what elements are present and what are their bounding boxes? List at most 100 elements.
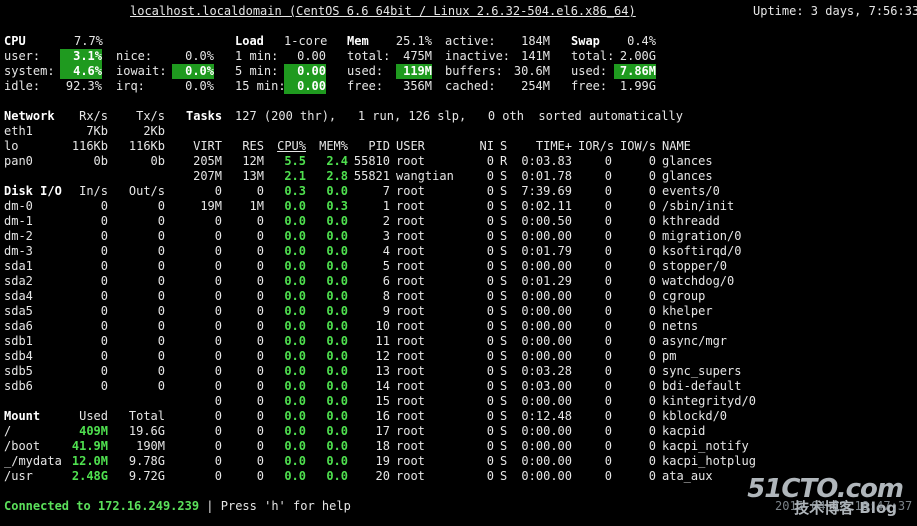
proc-header-mem[interactable]: MEM%	[312, 139, 348, 154]
proc-header-cpu[interactable]: CPU%	[270, 139, 306, 154]
proc-user: root	[396, 184, 425, 198]
proc-header-ni[interactable]: NI	[474, 139, 494, 154]
proc-ni: 0	[486, 169, 494, 183]
proc-header-virt[interactable]: VIRT	[180, 139, 222, 154]
proc-res: 0	[256, 304, 264, 318]
disk-out-value: 0	[157, 319, 165, 333]
disk-in-value: 0	[100, 319, 108, 333]
mount-point-name: _/mydata	[4, 454, 62, 468]
proc-iow: 0	[648, 364, 656, 378]
proc-header-ior[interactable]: IOR/s	[578, 139, 614, 154]
cpu-system-label: system:	[4, 64, 55, 78]
proc-user: root	[396, 424, 425, 438]
proc-header-pid[interactable]: PID	[348, 139, 390, 154]
proc-virt: 0	[214, 394, 222, 408]
proc-time: 0:00.00	[521, 439, 572, 453]
proc-mem: 0.0	[326, 289, 348, 303]
proc-header-time[interactable]: TIME+	[516, 139, 572, 154]
proc-ni: 0	[486, 349, 494, 363]
watermark-date: 2015-04-13 18:47:37	[775, 499, 913, 513]
proc-res: 0	[256, 364, 264, 378]
hostname-title: localhost.localdomain (CentOS 6.6 64bit …	[130, 4, 636, 18]
proc-name: khelper	[662, 304, 713, 318]
proc-mem: 0.0	[326, 409, 348, 423]
proc-status: S	[500, 199, 508, 213]
disk-out-value: 0	[157, 199, 165, 213]
proc-ior: 0	[604, 364, 612, 378]
mem-active-value: 184M	[521, 34, 550, 48]
proc-time: 0:00.00	[521, 334, 572, 348]
mem-title: Mem	[347, 34, 369, 48]
proc-time: 0:00.00	[521, 469, 572, 483]
proc-time: 0:03.28	[521, 364, 572, 378]
swap-used-label: used:	[571, 64, 608, 78]
proc-user: root	[396, 229, 425, 243]
mount-total-value: 19.6G	[128, 424, 165, 438]
proc-mem: 0.0	[326, 349, 348, 363]
proc-cpu: 0.0	[284, 214, 306, 228]
proc-header-iow[interactable]: IOW/s	[620, 139, 656, 154]
swap-pct: 0.4%	[627, 34, 656, 48]
proc-mem: 0.0	[326, 229, 348, 243]
mem-free-label: free:	[347, 79, 384, 93]
cpu-idle-label: idle:	[4, 79, 41, 93]
proc-name: netns	[662, 319, 699, 333]
proc-pid: 18	[375, 439, 390, 453]
proc-pid: 7	[382, 184, 390, 198]
proc-status: S	[500, 394, 508, 408]
proc-ni: 0	[486, 364, 494, 378]
proc-ior: 0	[604, 169, 612, 183]
proc-res: 1M	[249, 199, 264, 213]
proc-ni: 0	[486, 319, 494, 333]
mem-buffers-value: 30.6M	[513, 64, 550, 78]
proc-time: 0:00.00	[521, 229, 572, 243]
proc-cpu: 0.0	[284, 289, 306, 303]
disk-out-value: 0	[157, 229, 165, 243]
proc-status: S	[500, 169, 508, 183]
proc-header-user[interactable]: USER	[396, 139, 425, 154]
proc-time: 0:00.00	[521, 304, 572, 318]
proc-pid: 3	[382, 229, 390, 243]
network-rx-value: 0b	[93, 154, 108, 168]
proc-cpu: 0.0	[284, 349, 306, 363]
proc-name: kblockd/0	[662, 409, 728, 423]
network-interface-name: eth1	[4, 124, 33, 138]
proc-header-res[interactable]: RES	[228, 139, 264, 154]
proc-virt: 205M	[193, 154, 222, 168]
disk-device-name: sda4	[4, 289, 33, 303]
proc-res: 0	[256, 469, 264, 483]
proc-name: cgroup	[662, 289, 706, 303]
help-hint: | Press 'h' for help	[199, 499, 351, 513]
proc-ior: 0	[604, 199, 612, 213]
proc-iow: 0	[648, 409, 656, 423]
disk-in-value: 0	[100, 244, 108, 258]
proc-name: bdi-default	[662, 379, 742, 393]
network-tx-value: 116Kb	[128, 139, 165, 153]
proc-virt: 0	[214, 214, 222, 228]
proc-user: root	[396, 274, 425, 288]
proc-mem: 0.0	[326, 274, 348, 288]
proc-virt: 0	[214, 409, 222, 423]
proc-ni: 0	[486, 304, 494, 318]
proc-name: kacpi_hotplug	[662, 454, 756, 468]
proc-header-name[interactable]: NAME	[662, 139, 691, 154]
proc-name: sync_supers	[662, 364, 742, 378]
disk-out-value: 0	[157, 334, 165, 348]
proc-mem: 0.0	[326, 469, 348, 483]
mem-used-value: 119M	[396, 64, 432, 79]
proc-virt: 0	[214, 289, 222, 303]
cpu-irq-value: 0.0%	[185, 79, 214, 93]
mount-point-name: /usr	[4, 469, 33, 483]
proc-res: 0	[256, 409, 264, 423]
load-title: Load	[235, 34, 264, 48]
proc-res: 0	[256, 454, 264, 468]
disk-device-name: dm-2	[4, 229, 33, 243]
load-1min-label: 1 min:	[235, 49, 279, 63]
proc-header-s[interactable]: S	[500, 139, 507, 154]
proc-ni: 0	[486, 184, 494, 198]
proc-virt: 0	[214, 454, 222, 468]
proc-time: 0:00.00	[521, 349, 572, 363]
disk-in-value: 0	[100, 274, 108, 288]
proc-status: R	[500, 154, 508, 168]
disk-in-value: 0	[100, 304, 108, 318]
